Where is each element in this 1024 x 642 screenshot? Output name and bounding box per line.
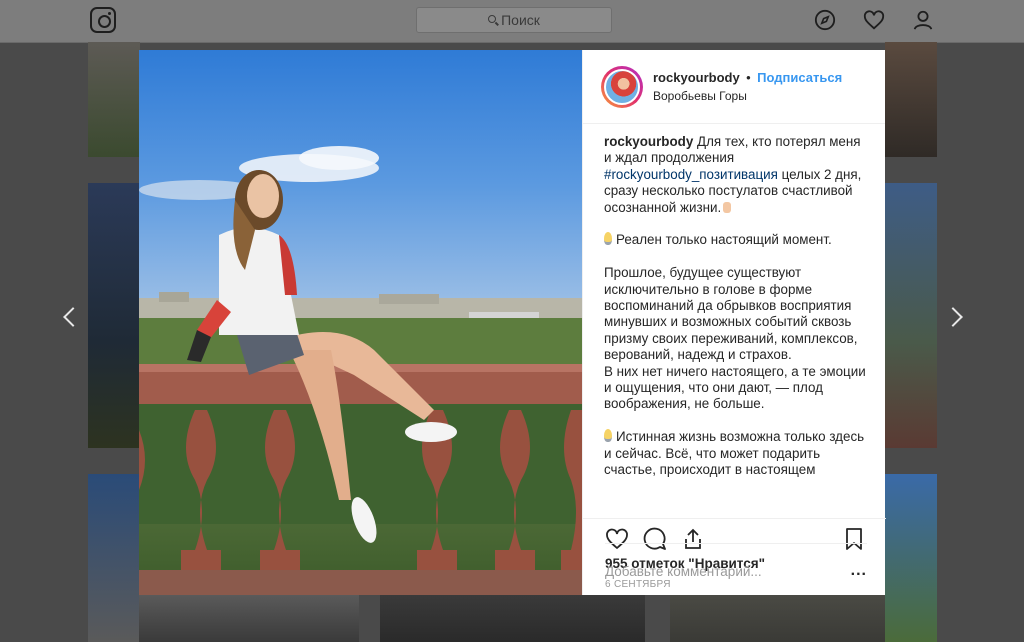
caption-hashtag[interactable]: #rockyourbody_позитивация xyxy=(604,167,778,182)
search-input[interactable]: Поиск xyxy=(416,7,612,33)
grid-tile[interactable] xyxy=(885,42,937,157)
post-caption: rockyourbody Для тех, кто потерял меня и… xyxy=(583,124,886,518)
caption-intro: rockyourbody Для тех, кто потерял меня и… xyxy=(604,134,866,216)
post-modal: rockyourbody • Подписаться Воробьевы Гор… xyxy=(139,50,886,598)
more-options-icon[interactable]: ... xyxy=(851,562,867,580)
caption-point: Истинная жизнь возможна только здесь и с… xyxy=(604,429,866,478)
comment-bar: Добавьте комментарий... ... xyxy=(605,543,867,598)
heart-icon[interactable] xyxy=(863,9,885,31)
post-header: rockyourbody • Подписаться Воробьевы Гор… xyxy=(583,50,885,124)
compass-icon[interactable] xyxy=(814,9,836,31)
top-nav-bar: Поиск xyxy=(0,0,1024,43)
caption-username[interactable]: rockyourbody xyxy=(604,134,693,149)
grid-tile[interactable] xyxy=(670,595,885,642)
grid-tile[interactable] xyxy=(88,42,140,157)
grid-tile[interactable] xyxy=(885,474,937,642)
grid-tile[interactable] xyxy=(88,474,140,642)
grid-tile[interactable] xyxy=(139,595,359,642)
caption-text: Реален только настоящий момент. xyxy=(616,232,832,248)
search-placeholder: Поиск xyxy=(501,12,540,28)
grid-tile[interactable] xyxy=(380,595,645,642)
post-side-panel: rockyourbody • Подписаться Воробьевы Гор… xyxy=(582,50,886,598)
post-username[interactable]: rockyourbody xyxy=(653,70,740,85)
caption-text: счастье, происходит в настоящем xyxy=(604,462,816,478)
comment-input[interactable]: Добавьте комментарий... xyxy=(605,564,762,579)
grid-tile[interactable] xyxy=(88,183,140,448)
person-icon[interactable] xyxy=(912,9,934,31)
caption-point: Реален только настоящий момент. xyxy=(604,232,866,248)
post-header-text: rockyourbody • Подписаться Воробьевы Гор… xyxy=(653,69,842,105)
pointing-hand-icon xyxy=(723,201,732,213)
avatar[interactable] xyxy=(601,65,643,108)
post-photo xyxy=(139,50,582,595)
post-photo-illustration xyxy=(139,146,582,595)
search-icon xyxy=(488,15,497,23)
follow-button[interactable]: Подписаться xyxy=(757,70,842,85)
instagram-logo-icon[interactable] xyxy=(90,7,116,33)
lightbulb-icon xyxy=(604,232,612,246)
grid-tile[interactable] xyxy=(885,183,937,448)
lightbulb-icon xyxy=(604,429,612,443)
separator-dot: • xyxy=(746,69,751,85)
avatar-image xyxy=(604,68,640,105)
caption-text: Истинная жизнь возможна только здесь и с… xyxy=(604,429,865,461)
post-location[interactable]: Воробьевы Горы xyxy=(653,87,842,105)
caption-paragraph: Прошлое, будущее существуют исключительн… xyxy=(604,265,866,412)
